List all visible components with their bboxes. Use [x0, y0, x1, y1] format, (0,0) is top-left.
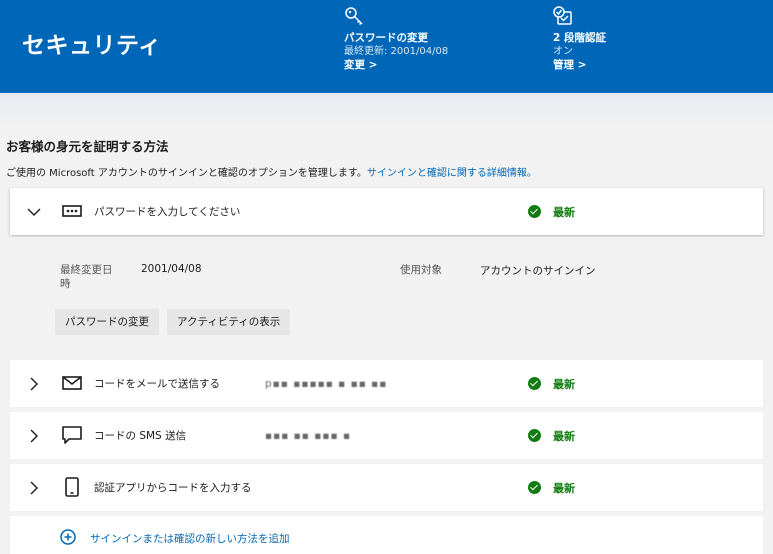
method-label: コードをメールで送信する — [94, 378, 220, 390]
phone-icon — [65, 477, 79, 497]
add-circle-icon[interactable] — [60, 529, 76, 545]
verification-icon — [553, 6, 572, 25]
section-description: ご使用の Microsoft アカウントのサインインと確認のオプションを管理しま… — [6, 164, 537, 179]
manage-two-step-link[interactable]: 管理 > — [553, 58, 606, 72]
key-icon — [345, 7, 363, 26]
chat-icon — [62, 426, 82, 444]
view-activity-button[interactable]: アクティビティの表示 — [167, 309, 291, 335]
description-text: ご使用の Microsoft アカウントのサインインと確認のオプションを管理しま… — [6, 168, 367, 179]
method-label: コードの SMS 送信 — [94, 430, 187, 442]
learn-more-link[interactable]: サインインと確認に関する詳細情報。 — [367, 168, 537, 179]
method-label: パスワードを入力してください — [94, 206, 241, 218]
password-dots-icon — [62, 205, 82, 217]
chevron-right-icon[interactable] — [26, 376, 42, 392]
two-step-summary: 2 段階認証 オン 管理 > — [553, 6, 606, 72]
password-summary: パスワードの変更 最終更新: 2001/04/08 変更 > — [344, 6, 448, 72]
add-method-link[interactable]: サインインまたは確認の新しい方法を追加 — [90, 531, 290, 546]
status-badge: 最新 — [528, 480, 575, 496]
status-badge: 最新 — [528, 428, 575, 444]
header-shadow-band — [0, 93, 773, 127]
check-circle-icon — [528, 377, 541, 390]
last-changed-value: 2001/04/08 — [141, 263, 202, 275]
method-row-authenticator[interactable]: 認証アプリからコードを入力する 最新 — [10, 464, 763, 511]
status-badge: 最新 — [528, 204, 575, 220]
check-circle-icon — [528, 481, 541, 494]
status-text: 最新 — [553, 429, 575, 443]
method-row-password[interactable]: パスワードを入力してください 最新 — [10, 188, 763, 235]
status-text: 最新 — [553, 481, 575, 495]
chevron-right-icon[interactable] — [26, 428, 42, 444]
last-changed-label: 最終変更日時 — [60, 264, 113, 290]
add-method-row[interactable]: サインインまたは確認の新しい方法を追加 — [10, 516, 763, 554]
chevron-down-icon[interactable] — [26, 204, 42, 220]
used-for-label: 使用対象 — [400, 264, 442, 276]
change-password-link[interactable]: 変更 > — [344, 58, 448, 72]
used-for-value: アカウントのサインイン — [480, 265, 596, 277]
password-summary-title: パスワードの変更 — [344, 32, 428, 44]
method-row-email[interactable]: コードをメールで送信する p▪▪ ▪▪▪▪▪ ▪ ▪▪ ▪▪ 最新 — [10, 360, 763, 407]
two-step-status: オン — [553, 46, 573, 57]
method-label: 認証アプリからコードを入力する — [94, 482, 252, 494]
password-details-panel: 最終変更日時 2001/04/08 使用対象 アカウントのサインイン パスワード… — [10, 237, 763, 357]
change-password-button[interactable]: パスワードの変更 — [55, 309, 159, 335]
status-text: 最新 — [553, 205, 575, 219]
masked-email: p▪▪ ▪▪▪▪▪ ▪ ▪▪ ▪▪ — [265, 377, 388, 390]
status-text: 最新 — [553, 377, 575, 391]
method-row-sms[interactable]: コードの SMS 送信 ▪▪▪ ▪▪ ▪▪▪ ▪ 最新 — [10, 412, 763, 459]
mail-icon — [62, 376, 82, 390]
section-title: お客様の身元を証明する方法 — [6, 139, 169, 154]
check-circle-icon — [528, 205, 541, 218]
two-step-title: 2 段階認証 — [553, 32, 606, 44]
page-title: セキュリティ — [22, 33, 162, 59]
page-header: セキュリティ パスワードの変更 最終更新: 2001/04/08 変更 > 2 … — [0, 0, 773, 93]
masked-phone: ▪▪▪ ▪▪ ▪▪▪ ▪ — [265, 429, 352, 442]
status-badge: 最新 — [528, 376, 575, 392]
password-summary-updated: 最終更新: 2001/04/08 — [344, 46, 449, 57]
chevron-right-icon[interactable] — [26, 480, 42, 496]
check-circle-icon — [528, 429, 541, 442]
